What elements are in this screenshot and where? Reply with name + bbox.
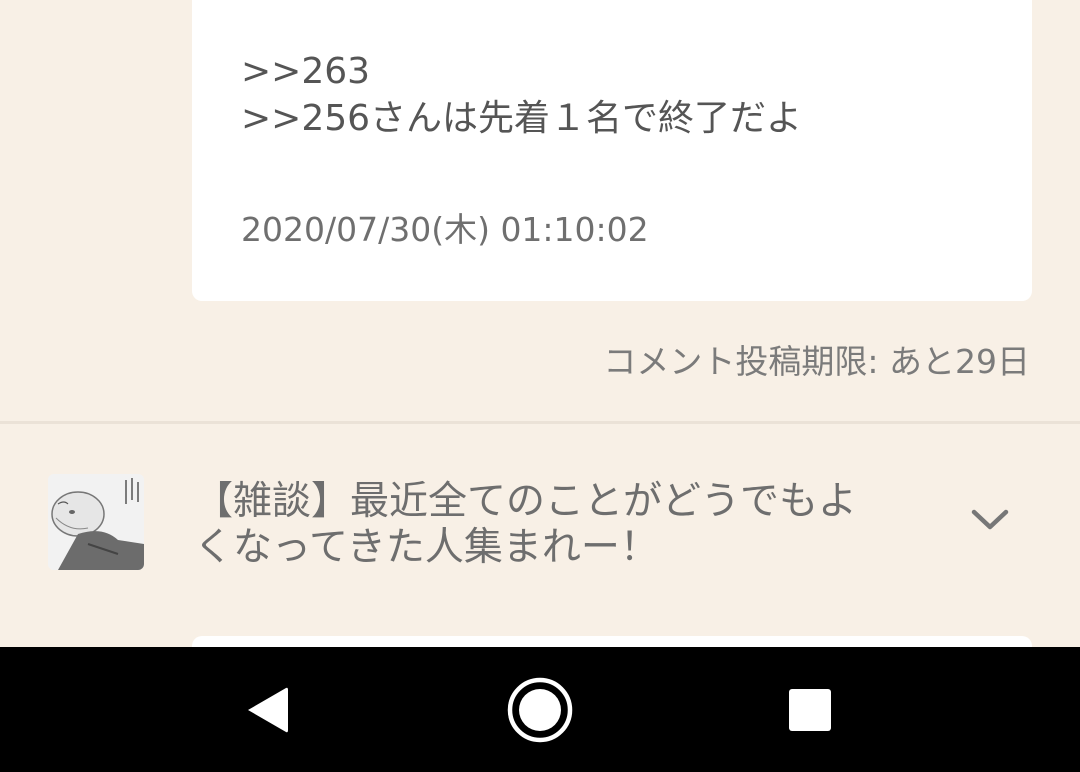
comment-deadline-label: コメント投稿期限: あと29日 [603, 342, 1030, 381]
system-navigation-bar [0, 647, 1080, 772]
recents-square-icon[interactable] [745, 647, 875, 772]
comment-timestamp: 2020/07/30(木) 01:10:02 [241, 210, 649, 249]
comment-card: >>263 >>256さんは先着１名で終了だよ 2020/07/30(木) 01… [192, 0, 1032, 301]
thread-list-item[interactable]: 【雑談】最近全てのことがどうでもよくなってきた人集まれー！ [0, 424, 1080, 614]
comment-text: >>263 >>256さんは先着１名で終了だよ [241, 51, 803, 139]
back-triangle-icon[interactable] [203, 647, 333, 772]
thread-thumbnail [48, 474, 144, 570]
screen: >>263 >>256さんは先着１名で終了だよ 2020/07/30(木) 01… [0, 0, 1080, 772]
thread-title[interactable]: 【雑談】最近全てのことがどうでもよくなってきた人集まれー！ [194, 479, 894, 571]
chevron-down-icon[interactable] [962, 500, 1018, 540]
home-circle-icon[interactable] [475, 647, 605, 772]
